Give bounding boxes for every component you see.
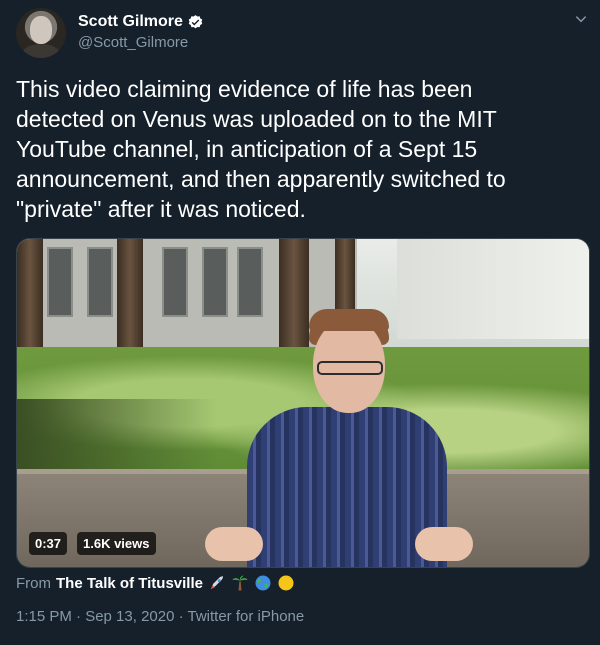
author-handle[interactable]: @Scott_Gilmore: [78, 34, 188, 51]
video-frame-tree: [117, 239, 143, 364]
video-player[interactable]: 0:37 1.6K views: [16, 238, 590, 568]
video-frame-glasses: [317, 361, 383, 375]
video-frame-shade: [17, 399, 217, 469]
video-frame-person-hair-top: [309, 309, 389, 331]
palm-tree-icon: [231, 574, 249, 592]
video-frame-tree: [279, 239, 309, 364]
sun-icon: [277, 574, 295, 592]
chevron-down-icon[interactable]: [574, 12, 588, 26]
avatar[interactable]: [16, 8, 66, 58]
author-name[interactable]: Scott Gilmore: [78, 13, 183, 31]
source-channel-link[interactable]: The Talk of Titusville: [56, 575, 203, 592]
verified-badge-icon: [187, 14, 204, 31]
tweet-timestamp[interactable]: 1:15 PM · Sep 13, 2020 · Twitter for iPh…: [16, 608, 304, 625]
tweet-line: detected on Venus was uploaded on to the…: [16, 106, 497, 132]
video-frame-tree: [17, 239, 43, 364]
video-views-badge: 1.6K views: [77, 532, 156, 555]
tweet-text: This video claiming evidence of life has…: [16, 74, 588, 224]
globe-icon: [254, 574, 272, 592]
tweet-line: announcement, and then apparently switch…: [16, 166, 506, 192]
author-name-row[interactable]: Scott Gilmore: [78, 13, 204, 31]
tweet-line: This video claiming evidence of life has…: [16, 76, 473, 102]
video-source-line: From The Talk of Titusville: [16, 574, 295, 592]
tweet-line: "private" after it was noticed.: [16, 196, 306, 222]
tweet-line: YouTube channel, in anticipation of a Se…: [16, 136, 478, 162]
video-frame-hand-right: [415, 527, 473, 561]
source-prefix: From: [16, 574, 51, 592]
video-duration-badge: 0:37: [29, 532, 68, 555]
video-frame-building-right: [397, 239, 589, 339]
rocket-icon: [208, 574, 226, 592]
video-frame-hand-left: [205, 527, 263, 561]
